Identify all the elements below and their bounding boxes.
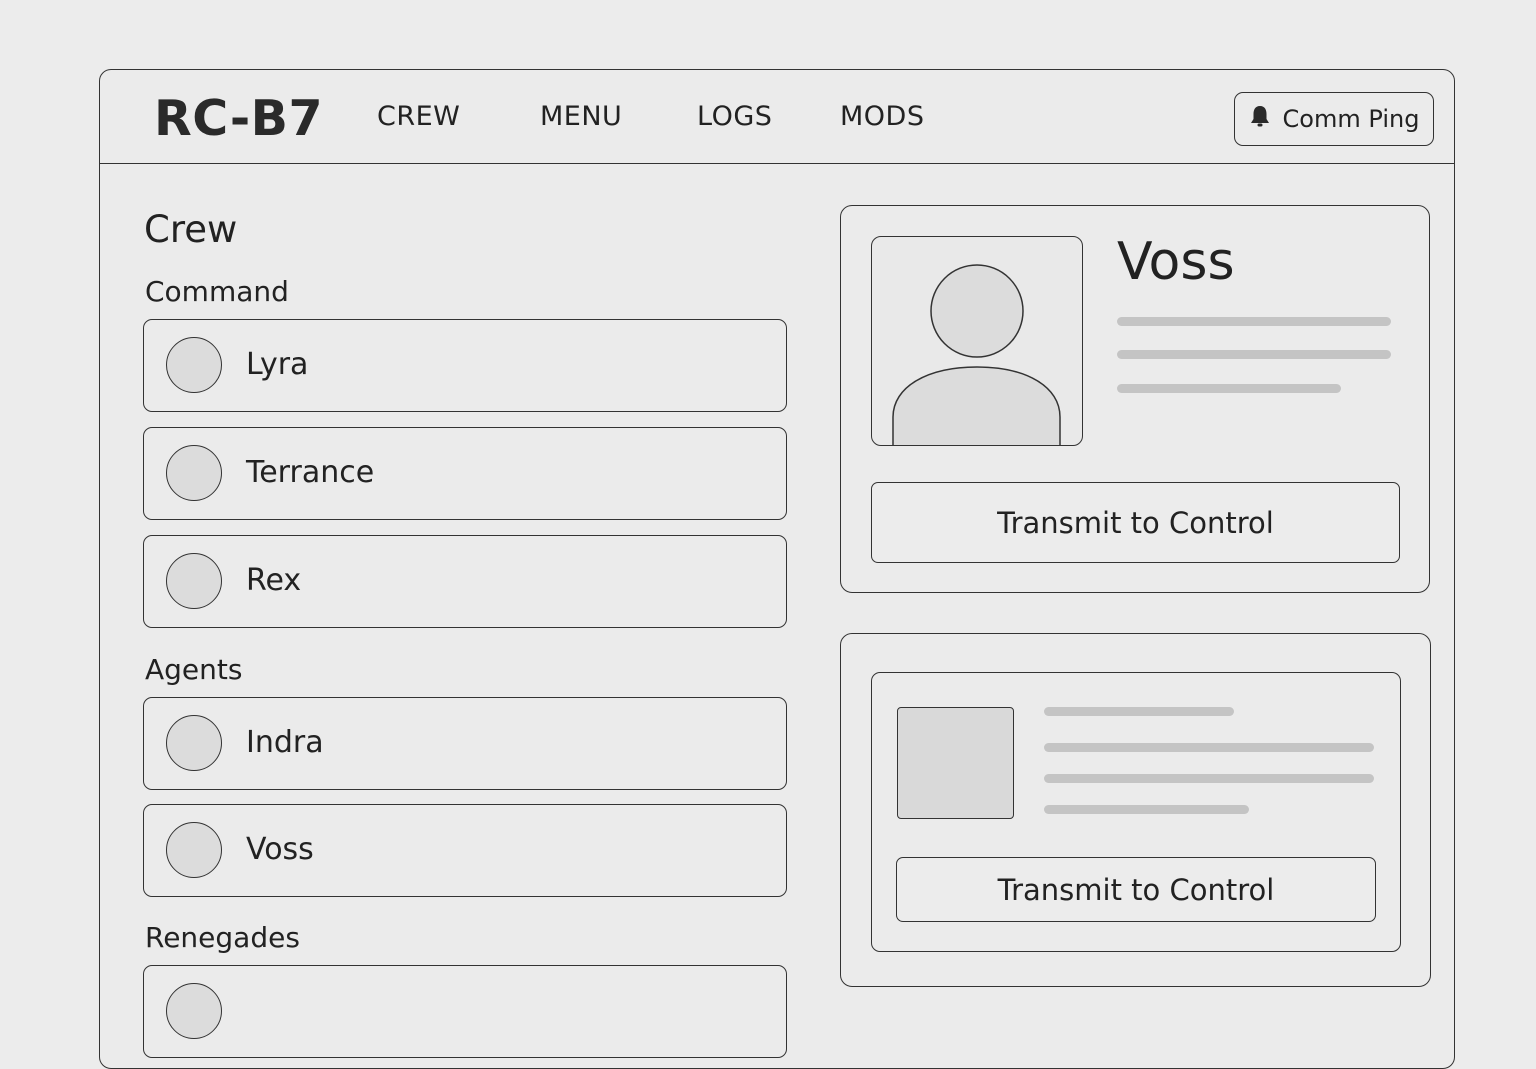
bell-icon: [1249, 104, 1271, 134]
brand-logo: RC-B7: [154, 90, 324, 147]
profile-name: Voss: [1117, 232, 1235, 292]
crew-row-rex[interactable]: Rex: [143, 535, 787, 628]
placeholder-line: [1117, 384, 1341, 393]
crew-name: Terrance: [246, 455, 375, 490]
placeholder-line: [1044, 805, 1249, 814]
nav-menu[interactable]: MENU: [540, 101, 622, 132]
crew-row-voss[interactable]: Voss: [143, 804, 787, 897]
nav-mods[interactable]: MODS: [840, 101, 924, 132]
nav-logs[interactable]: LOGS: [697, 101, 772, 132]
crew-row-terrance[interactable]: Terrance: [143, 427, 787, 520]
placeholder-line: [1117, 317, 1391, 326]
crew-row-renegade[interactable]: [143, 965, 787, 1058]
crew-name: Indra: [246, 725, 324, 760]
user-silhouette-icon: [871, 236, 1083, 446]
crew-name: Voss: [246, 832, 314, 867]
placeholder-line: [1044, 707, 1234, 716]
comm-ping-label: Comm Ping: [1282, 105, 1420, 133]
group-label-command: Command: [145, 275, 289, 308]
image-placeholder-icon: [897, 707, 1014, 819]
placeholder-line: [1044, 774, 1374, 783]
crew-name: Rex: [246, 563, 302, 598]
crew-row-lyra[interactable]: Lyra: [143, 319, 787, 412]
group-label-agents: Agents: [145, 653, 243, 686]
group-label-renegades: Renegades: [145, 921, 300, 954]
avatar: [166, 445, 222, 501]
secondary-card: Transmit to Control: [840, 633, 1431, 987]
avatar: [166, 553, 222, 609]
top-bar: RC-B7 CREW MENU LOGS MODS Comm Ping: [100, 70, 1454, 164]
avatar: [166, 822, 222, 878]
crew-row-indra[interactable]: Indra: [143, 697, 787, 790]
crew-title: Crew: [144, 208, 238, 251]
app-window: RC-B7 CREW MENU LOGS MODS Comm Ping Crew…: [99, 69, 1455, 1069]
transmit-to-control-button[interactable]: Transmit to Control: [871, 482, 1400, 563]
avatar: [166, 983, 222, 1039]
transmit-to-control-button[interactable]: Transmit to Control: [896, 857, 1376, 922]
crew-name: Lyra: [246, 347, 309, 382]
profile-card: Voss Transmit to Control: [840, 205, 1430, 593]
inner-card: Transmit to Control: [871, 672, 1401, 952]
avatar: [166, 715, 222, 771]
placeholder-line: [1044, 743, 1374, 752]
nav-crew[interactable]: CREW: [377, 101, 460, 132]
placeholder-line: [1117, 350, 1391, 359]
comm-ping-button[interactable]: Comm Ping: [1234, 92, 1434, 146]
avatar: [166, 337, 222, 393]
